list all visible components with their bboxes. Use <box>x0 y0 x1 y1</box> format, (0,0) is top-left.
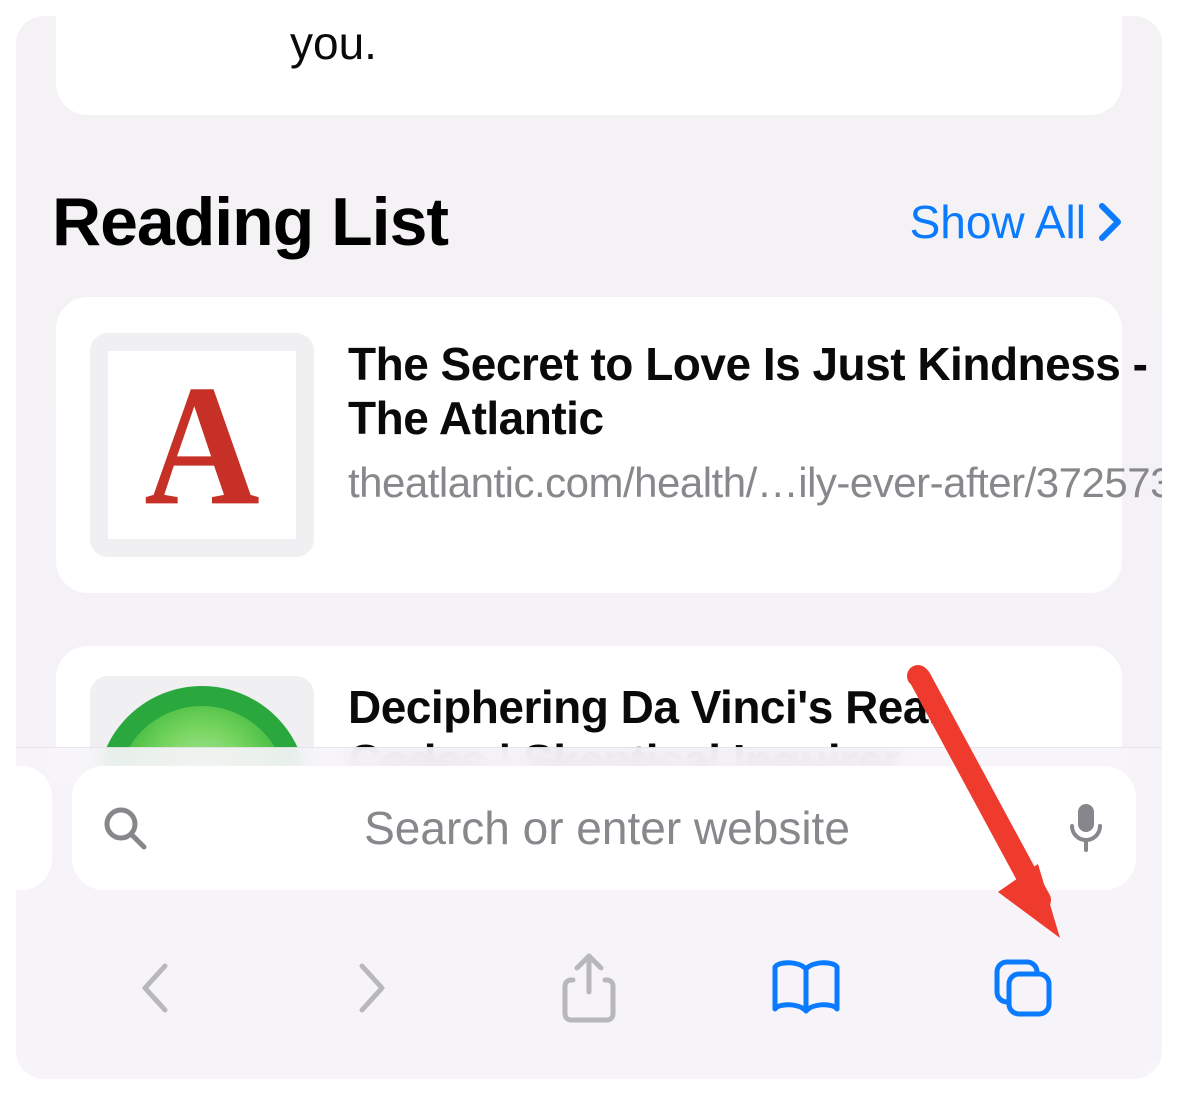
browser-chrome: Search or enter website <box>16 747 1162 1079</box>
suggestion-card-partial[interactable]: you. <box>56 16 1122 115</box>
chevron-right-icon <box>352 958 392 1018</box>
microphone-icon[interactable] <box>1066 802 1106 854</box>
share-button[interactable] <box>544 943 634 1033</box>
safari-start-page: you. Reading List Show All A The Secret … <box>16 16 1162 1079</box>
search-icon <box>102 805 148 851</box>
bottom-toolbar <box>16 908 1162 1068</box>
share-icon <box>561 952 617 1024</box>
item-thumbnail: A <box>90 333 314 557</box>
bookmarks-button[interactable] <box>761 943 851 1033</box>
item-url: theatlantic.com/health/…ily-ever-after/3… <box>348 458 1162 508</box>
chevron-left-icon <box>135 958 175 1018</box>
reading-list-header: Reading List Show All <box>52 183 1122 261</box>
back-button[interactable] <box>110 943 200 1033</box>
item-title: The Secret to Love Is Just Kindness - Th… <box>348 337 1162 446</box>
chevron-right-icon <box>1098 202 1122 242</box>
reading-list-title: Reading List <box>52 183 448 261</box>
adjacent-tab-peek[interactable] <box>16 766 52 890</box>
book-icon <box>769 959 843 1017</box>
show-all-label: Show All <box>910 195 1086 249</box>
reading-list-item[interactable]: A The Secret to Love Is Just Kindness - … <box>56 297 1122 593</box>
address-placeholder: Search or enter website <box>364 802 850 854</box>
atlantic-a-icon: A <box>144 359 260 532</box>
suggestion-card-text: you. <box>290 16 1078 71</box>
tabs-button[interactable] <box>978 943 1068 1033</box>
tabs-icon <box>991 956 1055 1020</box>
forward-button[interactable] <box>327 943 417 1033</box>
address-bar[interactable]: Search or enter website <box>72 766 1136 890</box>
show-all-button[interactable]: Show All <box>910 195 1122 249</box>
